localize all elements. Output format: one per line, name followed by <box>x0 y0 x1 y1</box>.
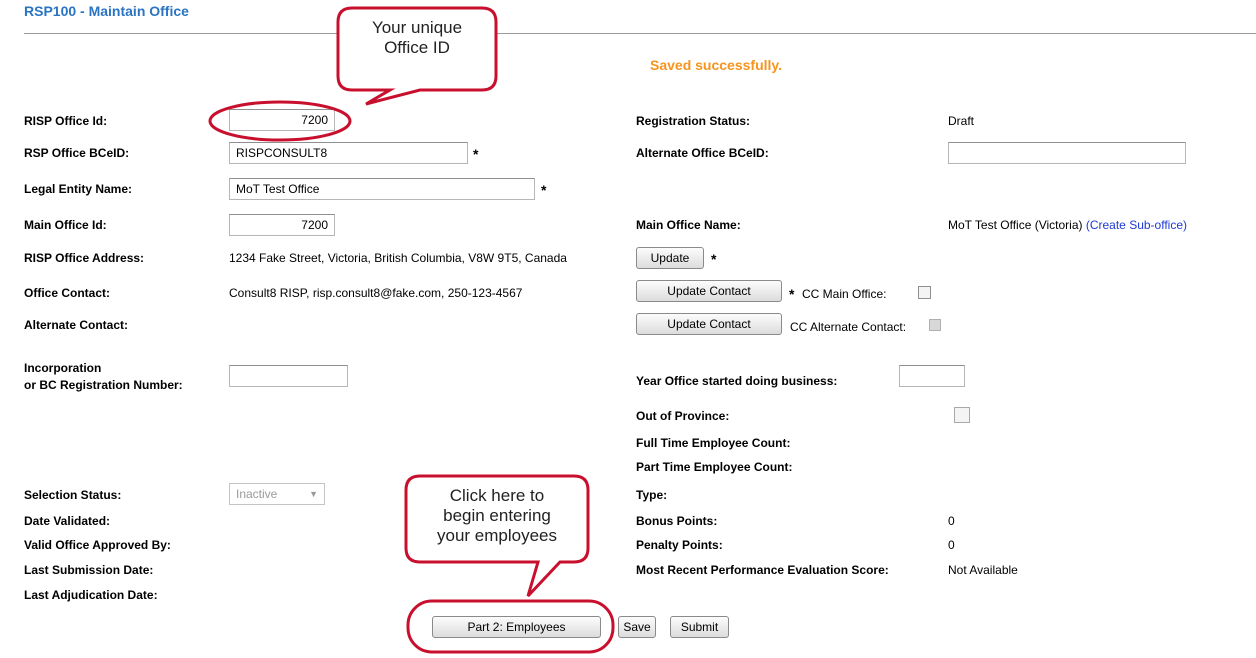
callout-text-office-id: Your unique Office ID <box>371 18 463 57</box>
annotation-overlay <box>208 6 615 654</box>
part2-highlight-ring <box>406 599 615 654</box>
callout-text-employees: Click here to begin entering your employ… <box>436 486 557 545</box>
office-id-highlight-ellipse <box>208 100 352 142</box>
